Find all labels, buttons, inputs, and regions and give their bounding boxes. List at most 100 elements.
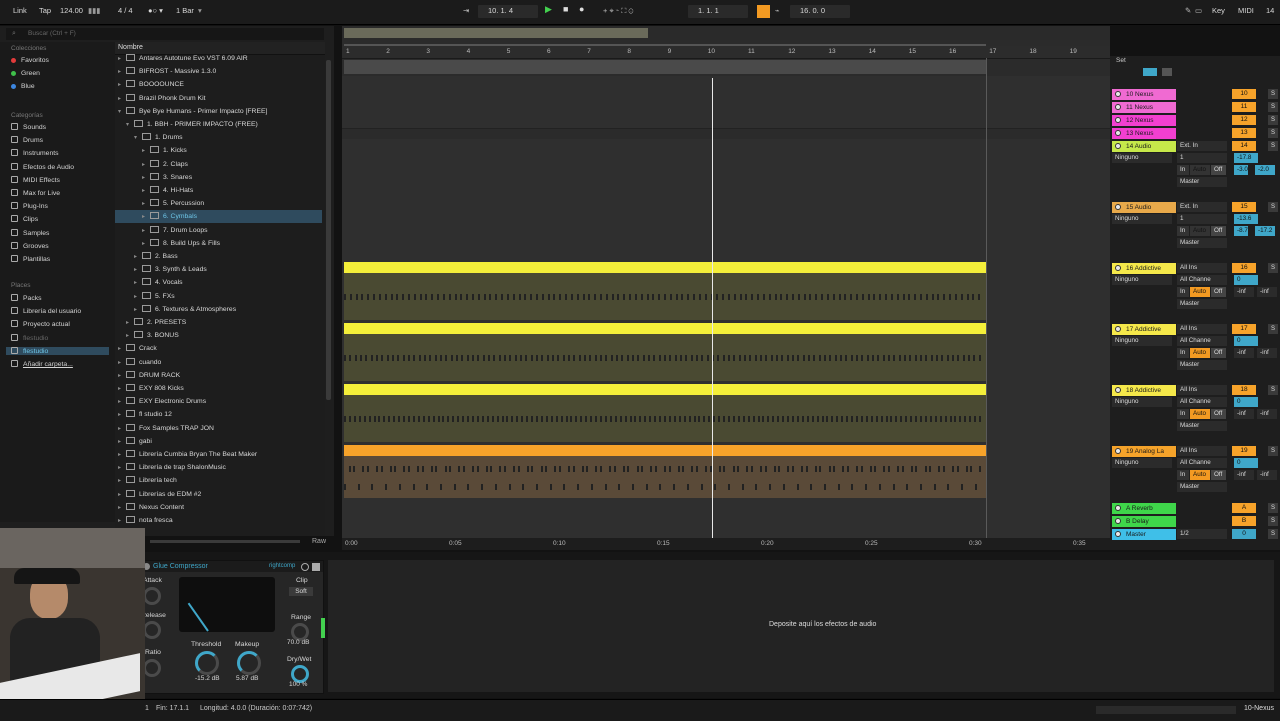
computer-keyboard-icon[interactable]: ▭	[1195, 6, 1202, 15]
expand-arrow-icon[interactable]: ▸	[118, 462, 126, 475]
return-track-name[interactable]: B Delay	[1112, 516, 1176, 527]
solo-button[interactable]: S	[1268, 503, 1278, 513]
track-name[interactable]: 18 Addictive	[1112, 385, 1176, 396]
tree-row[interactable]: ▸ EXY 808 Kicks	[118, 382, 184, 395]
device-preset[interactable]: rightcomp	[269, 563, 295, 569]
range-value[interactable]: 70.0 dB	[287, 639, 309, 646]
send-a[interactable]: -inf	[1234, 348, 1254, 358]
tree-row[interactable]: ▸ DRUM RACK	[118, 369, 180, 382]
monitor-off-button[interactable]: Off	[1211, 165, 1226, 175]
monitor-off-button[interactable]: Off	[1211, 226, 1226, 236]
return-track-name[interactable]: Master	[1112, 529, 1176, 540]
input-type-select[interactable]: All Ins	[1177, 263, 1227, 273]
expand-arrow-icon[interactable]: ▸	[118, 409, 126, 422]
category-item[interactable]: Sounds	[11, 123, 46, 131]
expand-arrow-icon[interactable]: ▸	[142, 159, 150, 172]
monitor-auto-button[interactable]: Auto	[1190, 226, 1210, 236]
drywet-value[interactable]: 100 %	[289, 681, 307, 688]
quantize-chevron-icon[interactable]: ▾	[198, 6, 202, 15]
category-item[interactable]: MIDI Effects	[11, 175, 60, 184]
place-item[interactable]: Proyecto actual	[11, 320, 70, 328]
expand-arrow-icon[interactable]: ▸	[118, 515, 126, 528]
expand-arrow-icon[interactable]: ▸	[126, 330, 134, 343]
midi-clip-header[interactable]	[344, 384, 986, 395]
tree-row[interactable]: ▸ Librería tech	[118, 474, 177, 487]
overdub-icon[interactable]: + ⌖ ⌁ ⛶ ⊙	[603, 6, 633, 16]
expand-arrow-icon[interactable]: ▸	[118, 66, 126, 79]
nudge-icon[interactable]: ▮▮▮	[88, 6, 100, 15]
output-select[interactable]: Master	[1177, 238, 1227, 248]
tree-row[interactable]: ▸ EXY Electronic Drums	[118, 395, 206, 408]
device-title[interactable]: Glue Compressor	[153, 563, 208, 570]
arrangement-position[interactable]: 10. 1. 4	[488, 6, 513, 15]
output-select[interactable]: Master	[1177, 421, 1227, 431]
monitor-off-button[interactable]: Off	[1211, 409, 1226, 419]
output-select[interactable]: Master	[1177, 299, 1227, 309]
track-activator[interactable]: 18	[1232, 385, 1256, 395]
monitor-in-button[interactable]: In	[1177, 470, 1189, 480]
arrangement-overview[interactable]	[342, 26, 1110, 40]
loop-start[interactable]: 1. 1. 1	[698, 6, 719, 15]
expand-arrow-icon[interactable]: ▸	[118, 423, 126, 436]
category-item[interactable]: Plantillas	[11, 255, 50, 263]
solo-button[interactable]: S	[1268, 516, 1278, 526]
expand-arrow-icon[interactable]: ▸	[118, 370, 126, 383]
draw-mode-icon[interactable]: ✎	[1185, 6, 1191, 15]
browser-scrollbar[interactable]	[326, 60, 331, 400]
send-a[interactable]: -3.0	[1234, 165, 1248, 175]
expand-arrow-icon[interactable]: ▸	[126, 317, 134, 330]
tree-row[interactable]: ▸ 3. Snares	[142, 171, 192, 184]
monitor-auto-button[interactable]: Auto	[1190, 287, 1210, 297]
track-name[interactable]: 15 Audio	[1112, 202, 1176, 213]
expand-arrow-icon[interactable]: ▸	[134, 277, 142, 290]
preview-bar[interactable]	[150, 540, 300, 543]
tree-row[interactable]: ▸ Antares Autotune Evo VST 6.09 AIR	[118, 52, 248, 65]
tree-row[interactable]: ▸ Librerías de EDM #2	[118, 488, 201, 501]
expand-arrow-icon[interactable]: ▸	[118, 343, 126, 356]
collection-item[interactable]: Blue	[11, 83, 35, 90]
tree-row[interactable]: ▸ Nexus Content	[118, 501, 184, 514]
input-channel-select[interactable]: All Channe	[1177, 275, 1227, 285]
punch-icon[interactable]: ⌁	[775, 6, 780, 15]
place-item[interactable]: Añadir carpeta...	[11, 360, 73, 368]
send-b[interactable]: -2.0	[1255, 165, 1275, 175]
place-item[interactable]: Packs	[11, 294, 42, 302]
tap-button[interactable]: Tap	[39, 6, 51, 15]
input-type-select[interactable]: All Ins	[1177, 446, 1227, 456]
time-signature[interactable]: 4 / 4	[118, 6, 133, 15]
expand-arrow-icon[interactable]: ▸	[142, 211, 150, 224]
expand-arrow-icon[interactable]: ▸	[118, 79, 126, 92]
tree-row[interactable]: ▸ nota fresca	[118, 514, 173, 527]
tree-row[interactable]: ▸ 7. Drum Loops	[142, 224, 208, 237]
tree-row[interactable]: ▸ 3. BONUS	[126, 329, 179, 342]
input-channel-select[interactable]: All Channe	[1177, 458, 1227, 468]
loop-region[interactable]	[344, 60, 986, 74]
record-icon[interactable]: ●	[579, 4, 584, 14]
expand-arrow-icon[interactable]: ▸	[134, 251, 142, 264]
track-lane[interactable]	[342, 200, 1110, 262]
tempo-field[interactable]: 124.00	[60, 6, 83, 15]
midi-clip-body[interactable]	[344, 395, 986, 442]
track-volume[interactable]: 0	[1234, 458, 1258, 468]
expand-arrow-icon[interactable]: ▸	[142, 185, 150, 198]
link-button[interactable]: Link	[13, 6, 27, 15]
track-lane[interactable]	[342, 513, 1110, 527]
expand-arrow-icon[interactable]: ▸	[118, 489, 126, 502]
send-b[interactable]: -17.2	[1255, 226, 1275, 236]
monitor-in-button[interactable]: In	[1177, 226, 1189, 236]
expand-arrow-icon[interactable]: ▸	[118, 396, 126, 409]
ratio-knob[interactable]	[143, 659, 161, 677]
monitor-off-button[interactable]: Off	[1211, 287, 1226, 297]
tree-row[interactable]: ▸ 2. Bass	[134, 250, 178, 263]
solo-button[interactable]: S	[1268, 385, 1278, 395]
monitor-select[interactable]: Ninguno	[1112, 153, 1172, 163]
input-type-select[interactable]: All Ins	[1177, 324, 1227, 334]
collection-item[interactable]: Favoritos	[11, 57, 49, 64]
track-volume[interactable]: 0	[1234, 397, 1258, 407]
tree-row[interactable]: ▸ Fox Samples TRAP JON	[118, 422, 214, 435]
tree-row[interactable]: ▸ fl studio 12	[118, 408, 172, 421]
monitor-select[interactable]: Ninguno	[1112, 275, 1172, 285]
master-cue-select[interactable]: 1/2	[1177, 529, 1227, 539]
output-select[interactable]: Master	[1177, 482, 1227, 492]
place-item[interactable]: Librería del usuario	[11, 307, 81, 315]
